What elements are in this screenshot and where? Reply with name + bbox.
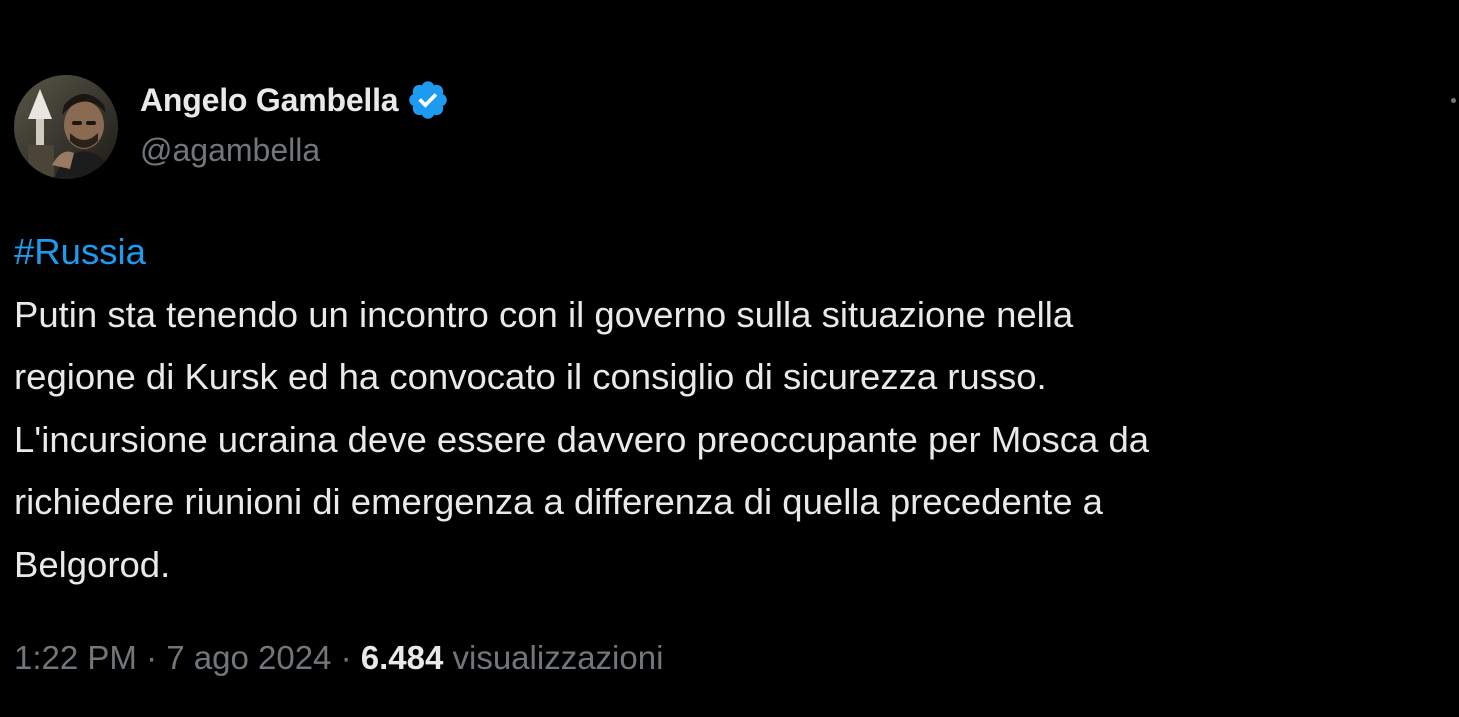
tweet: Angelo Gambella @agambella #Russia Putin …	[0, 0, 1459, 717]
tweet-line: richiedere riunioni di emergenza a diffe…	[14, 481, 1103, 522]
tweet-text: #Russia Putin sta tenendo un incontro con…	[14, 221, 1444, 596]
author-handle[interactable]: @agambella	[140, 132, 320, 169]
more-options-icon[interactable]	[1436, 82, 1458, 122]
tweet-line: regione di Kursk ed ha convocato il cons…	[14, 356, 1047, 397]
tweet-date[interactable]: 7 ago 2024	[166, 639, 331, 676]
tweet-line: Belgorod.	[14, 543, 171, 585]
views-label: visualizzazioni	[452, 639, 664, 676]
more-dot	[1451, 98, 1456, 103]
tweet-time[interactable]: 1:22 PM	[14, 639, 137, 676]
author-name[interactable]: Angelo Gambella	[140, 82, 399, 119]
verified-badge-icon[interactable]	[406, 78, 450, 122]
meta-separator: ·	[136, 639, 167, 676]
author-name-row[interactable]: Angelo Gambella	[140, 78, 450, 122]
meta-separator: ·	[331, 639, 361, 676]
tweet-meta: 1:22 PM · 7 ago 2024 · 6.484 visualizzaz…	[14, 633, 663, 683]
avatar-image	[14, 75, 118, 179]
tweet-line: L'incursione ucraina deve essere davvero…	[14, 418, 1150, 460]
tweet-line: Putin sta tenendo un incontro con il gov…	[14, 293, 1074, 335]
hashtag-link[interactable]: #Russia	[14, 221, 1444, 284]
views-count: 6.484	[360, 639, 444, 676]
avatar[interactable]	[14, 75, 118, 179]
